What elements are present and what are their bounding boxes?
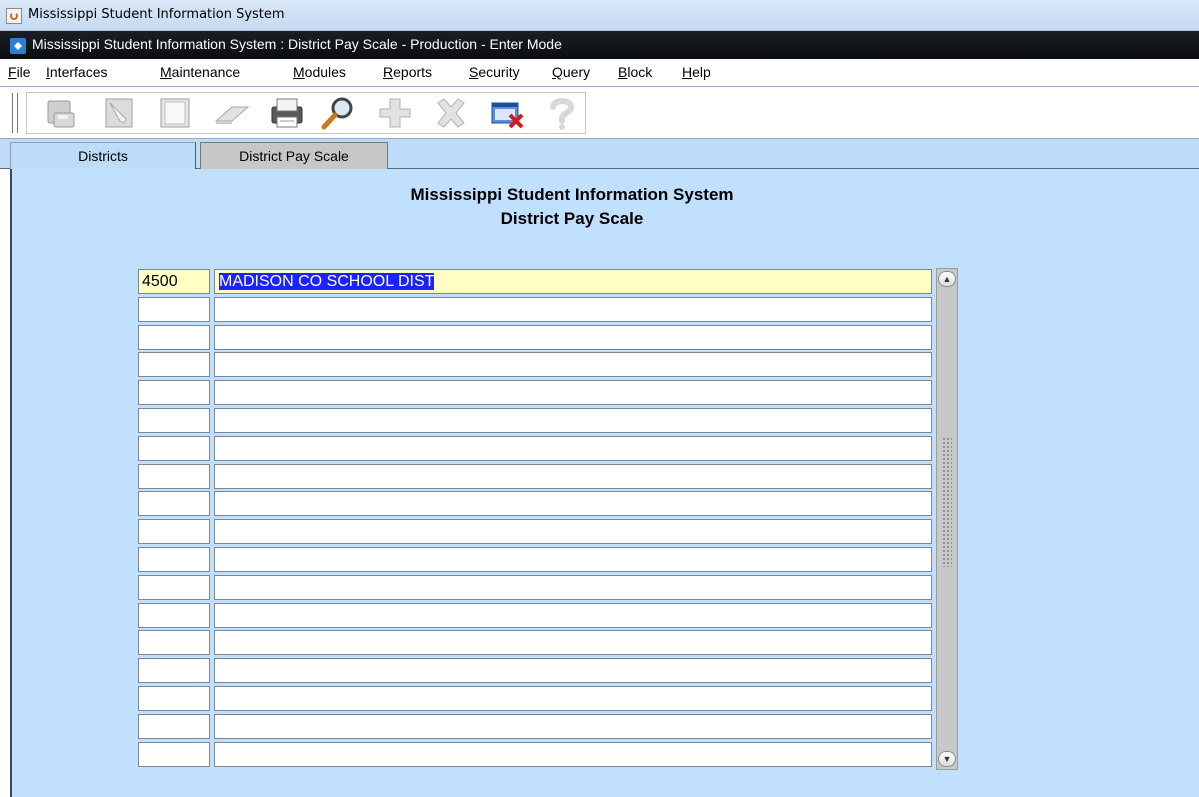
menu-query[interactable]: Query <box>552 64 590 80</box>
district-code-field[interactable] <box>138 408 210 433</box>
edit-icon[interactable] <box>98 95 140 131</box>
district-name-field[interactable] <box>214 352 932 378</box>
district-name-field[interactable] <box>214 574 932 600</box>
form-window-title: Mississippi Student Information System :… <box>32 36 562 52</box>
district-code-field[interactable] <box>138 352 210 378</box>
menu-label: ecurity <box>478 64 520 80</box>
district-code-field[interactable] <box>138 658 210 684</box>
district-name-field[interactable] <box>214 741 932 767</box>
page-subtitle: District Pay Scale <box>500 209 644 228</box>
menu-label: uery <box>562 64 591 80</box>
district-name-field[interactable] <box>214 630 932 656</box>
district-code-field[interactable] <box>138 491 210 517</box>
district-name-field[interactable] <box>214 408 932 433</box>
exit-icon[interactable] <box>486 95 528 131</box>
menu-mnemonic: Q <box>552 64 563 80</box>
menu-label: lock <box>627 64 653 80</box>
district-code-field[interactable] <box>138 435 210 461</box>
menu-modules[interactable]: Modules <box>293 64 346 80</box>
tab-district-pay-scale[interactable]: District Pay Scale <box>200 142 388 169</box>
menu-mnemonic: S <box>469 64 479 80</box>
help-icon[interactable] <box>540 95 582 131</box>
district-code-field[interactable] <box>138 547 210 572</box>
menu-mnemonic: M <box>160 64 172 80</box>
menu-security[interactable]: Security <box>469 64 520 80</box>
district-name-field[interactable] <box>214 519 932 545</box>
district-code-field[interactable] <box>138 519 210 545</box>
scroll-thumb-grip[interactable] <box>942 437 952 567</box>
content-panel: Mississippi Student Information System D… <box>10 169 1199 797</box>
district-code-field[interactable] <box>138 713 210 739</box>
tab-districts[interactable]: Districts <box>10 142 196 169</box>
menu-reports[interactable]: Reports <box>383 64 432 80</box>
save-icon[interactable] <box>40 95 82 131</box>
forms-app-icon <box>10 38 26 54</box>
form-window-bar: Mississippi Student Information System :… <box>0 31 1199 59</box>
tab-strip: Districts District Pay Scale <box>0 139 1199 169</box>
district-name-field[interactable] <box>214 713 932 739</box>
search-icon[interactable] <box>318 95 360 131</box>
java-app-icon <box>6 8 22 24</box>
district-name-field[interactable] <box>214 602 932 628</box>
toolbar-grip[interactable] <box>12 93 18 133</box>
toolbar <box>0 87 1199 139</box>
district-code-field[interactable] <box>138 630 210 656</box>
district-name-field[interactable] <box>214 435 932 461</box>
page-title: Mississippi Student Information System <box>410 185 734 204</box>
vertical-scrollbar[interactable]: ▲ ▼ <box>936 268 958 770</box>
os-title-bar: Mississippi Student Information System <box>0 0 1199 31</box>
menu-label: aintenance <box>171 64 241 80</box>
district-name-field[interactable] <box>214 658 932 684</box>
menu-label: elp <box>692 64 711 80</box>
district-code-field[interactable] <box>138 574 210 600</box>
district-name-field[interactable] <box>214 686 932 711</box>
add-icon[interactable] <box>374 95 416 131</box>
district-code-field[interactable] <box>138 602 210 628</box>
district-code-field[interactable] <box>138 463 210 489</box>
menu-mnemonic: M <box>293 64 305 80</box>
selected-text: MADISON CO SCHOOL DIST <box>219 273 435 290</box>
menu-block[interactable]: Block <box>618 64 652 80</box>
district-name-field[interactable] <box>214 547 932 572</box>
menu-label: eports <box>393 64 433 80</box>
district-code-field[interactable] <box>138 741 210 767</box>
district-name-field[interactable] <box>214 463 932 489</box>
os-window-title: Mississippi Student Information System <box>28 7 285 22</box>
menu-mnemonic: B <box>618 64 628 80</box>
district-code-field[interactable] <box>138 380 210 406</box>
menu-maintenance[interactable]: Maintenance <box>160 64 240 80</box>
scroll-down-icon[interactable]: ▼ <box>938 751 956 767</box>
delete-icon[interactable] <box>430 95 472 131</box>
scroll-up-icon[interactable]: ▲ <box>938 271 956 287</box>
district-code-field[interactable]: 4500 <box>138 269 210 294</box>
eraser-icon[interactable] <box>212 95 254 131</box>
menu-label: odules <box>304 64 346 80</box>
district-name-field[interactable] <box>214 324 932 350</box>
menu-mnemonic: R <box>383 64 394 80</box>
district-code-field[interactable] <box>138 324 210 350</box>
menu-label: nterfaces <box>49 64 108 80</box>
district-code-field[interactable] <box>138 686 210 711</box>
district-name-field[interactable] <box>214 380 932 406</box>
menu-interfaces[interactable]: Interfaces <box>46 64 107 80</box>
menu-mnemonic: F <box>8 64 17 80</box>
menu-help[interactable]: Help <box>682 64 711 80</box>
menu-file[interactable]: File <box>8 64 31 80</box>
document-icon[interactable] <box>155 95 197 131</box>
district-name-field[interactable] <box>214 296 932 322</box>
menu-mnemonic: H <box>682 64 693 80</box>
district-name-field[interactable] <box>214 491 932 517</box>
print-icon[interactable] <box>266 95 308 131</box>
district-code-field[interactable] <box>138 296 210 322</box>
district-name-field[interactable]: MADISON CO SCHOOL DIST <box>214 269 932 294</box>
menu-label: ile <box>16 64 31 80</box>
menu-bar: File Interfaces Maintenance Modules Repo… <box>0 59 1199 87</box>
